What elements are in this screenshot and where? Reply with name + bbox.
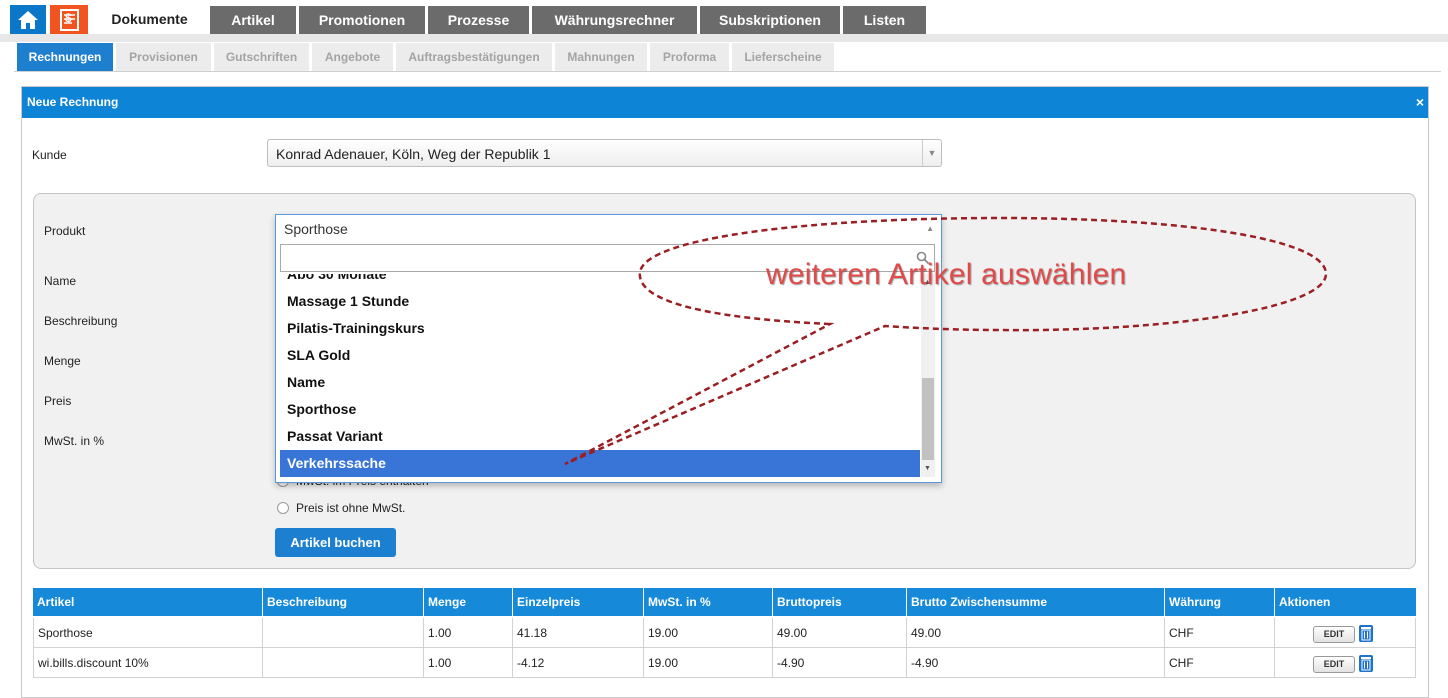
invoice-button[interactable]: $	[50, 5, 88, 34]
subtab-angebote[interactable]: Angebote	[312, 43, 393, 71]
subtab-gutschriften[interactable]: Gutschriften	[214, 43, 309, 71]
menge-label: Menge	[44, 354, 81, 368]
home-icon	[18, 11, 38, 29]
invoice-icon: $	[60, 9, 79, 31]
subtab-lieferscheine[interactable]: Lieferscheine	[732, 43, 834, 71]
name-label: Name	[44, 274, 77, 288]
produkt-selected-value: Sporthose	[284, 221, 348, 237]
col-bruttopreis: Bruttopreis	[773, 588, 907, 616]
subtab-mahnungen[interactable]: Mahnungen	[555, 43, 647, 71]
option-item[interactable]: Passat Variant	[280, 423, 920, 450]
option-item[interactable]: Sporthose	[280, 396, 920, 423]
col-artikel: Artikel	[33, 588, 263, 616]
edit-button[interactable]: EDIT	[1313, 656, 1355, 673]
option-item[interactable]: Name	[280, 369, 920, 396]
option-item-highlighted[interactable]: Verkehrssache	[280, 450, 920, 477]
subtab-provisionen[interactable]: Provisionen	[116, 43, 211, 71]
panel-header: Neue Rechnung ×	[22, 87, 1428, 118]
col-brutto-zwischensumme: Brutto Zwischensumme	[907, 588, 1165, 616]
trash-icon[interactable]	[1359, 655, 1373, 672]
subtab-auftragsbestaetigungen[interactable]: Auftragsbestätigungen	[396, 43, 552, 71]
tab-waehrungsrechner[interactable]: Währungsrechner	[532, 6, 697, 34]
cell-waehrung: CHF	[1165, 618, 1275, 648]
home-button[interactable]	[10, 5, 46, 34]
option-item[interactable]: SLA Gold	[280, 342, 920, 369]
chevron-down-icon: ▼	[922, 140, 941, 166]
kunde-label: Kunde	[32, 148, 67, 162]
radio-mwst-excluded[interactable]	[277, 502, 289, 514]
cell-einzelpreis: 41.18	[513, 618, 644, 648]
cell-mwst: 19.00	[644, 648, 773, 678]
cell-artikel: Sporthose	[33, 618, 263, 648]
tab-artikel[interactable]: Artikel	[210, 6, 296, 34]
produkt-options-list: Abo 30 Monate Massage 1 Stunde Pilatis-T…	[280, 274, 920, 479]
col-mwst: MwSt. in %	[644, 588, 773, 616]
cell-brutto-zwischensumme: -4.90	[907, 648, 1165, 678]
preis-label: Preis	[44, 394, 72, 408]
scroll-down-icon[interactable]: ▼	[924, 465, 931, 472]
book-article-button[interactable]: Artikel buchen	[275, 528, 396, 557]
close-icon[interactable]: ×	[1416, 87, 1424, 118]
mwst-label: MwSt. in %	[44, 434, 105, 448]
produkt-label: Produkt	[44, 224, 86, 238]
callout-text: weiteren Artikel auswählen	[766, 258, 1127, 291]
kunde-select[interactable]: Konrad Adenauer, Köln, Weg der Republik …	[267, 139, 942, 167]
option-item[interactable]: Pilatis-Trainingskurs	[280, 315, 920, 342]
produkt-dropdown[interactable]: Sporthose ▲ Abo 30 Monate Massage 1 Stun…	[275, 214, 942, 483]
cell-brutto-zwischensumme: 49.00	[907, 618, 1165, 648]
cell-beschreibung	[263, 618, 424, 648]
radio-mwst-excluded-label: Preis ist ohne MwSt.	[296, 501, 406, 515]
subnav-divider	[14, 71, 1441, 72]
cell-bruttopreis: 49.00	[773, 618, 907, 648]
col-menge: Menge	[424, 588, 513, 616]
nav-divider	[0, 34, 1448, 42]
col-waehrung: Währung	[1165, 588, 1275, 616]
option-item[interactable]: Massage 1 Stunde	[280, 288, 920, 315]
kunde-select-value: Konrad Adenauer, Köln, Weg der Republik …	[276, 146, 551, 162]
cell-beschreibung	[263, 648, 424, 678]
top-navigation: $ Dokumente Artikel Promotionen Prozesse…	[0, 0, 1448, 35]
cell-menge: 1.00	[424, 648, 513, 678]
edit-button[interactable]: EDIT	[1313, 626, 1355, 643]
tab-listen[interactable]: Listen	[843, 6, 926, 34]
col-einzelpreis: Einzelpreis	[513, 588, 644, 616]
cell-menge: 1.00	[424, 618, 513, 648]
cell-bruttopreis: -4.90	[773, 648, 907, 678]
panel-title: Neue Rechnung	[27, 95, 119, 109]
tab-prozesse[interactable]: Prozesse	[428, 6, 529, 34]
beschreibung-label: Beschreibung	[44, 314, 118, 328]
dropdown-scrollbar[interactable]: ▲ ▼	[921, 274, 935, 477]
tab-promotionen[interactable]: Promotionen	[299, 6, 425, 34]
cell-einzelpreis: -4.12	[513, 648, 644, 678]
scrollbar-thumb[interactable]	[922, 378, 934, 460]
col-beschreibung: Beschreibung	[263, 588, 424, 616]
subtab-proforma[interactable]: Proforma	[650, 43, 729, 71]
svg-text:$: $	[65, 11, 72, 25]
subtab-rechnungen[interactable]: Rechnungen	[17, 43, 113, 71]
tab-dokumente[interactable]: Dokumente	[92, 5, 207, 35]
tab-subskriptionen[interactable]: Subskriptionen	[700, 6, 840, 34]
cell-artikel: wi.bills.discount 10%	[33, 648, 263, 678]
chevron-up-icon: ▲	[926, 224, 934, 233]
col-aktionen: Aktionen	[1275, 588, 1416, 616]
cell-mwst: 19.00	[644, 618, 773, 648]
cell-waehrung: CHF	[1165, 648, 1275, 678]
trash-icon[interactable]	[1359, 625, 1373, 642]
